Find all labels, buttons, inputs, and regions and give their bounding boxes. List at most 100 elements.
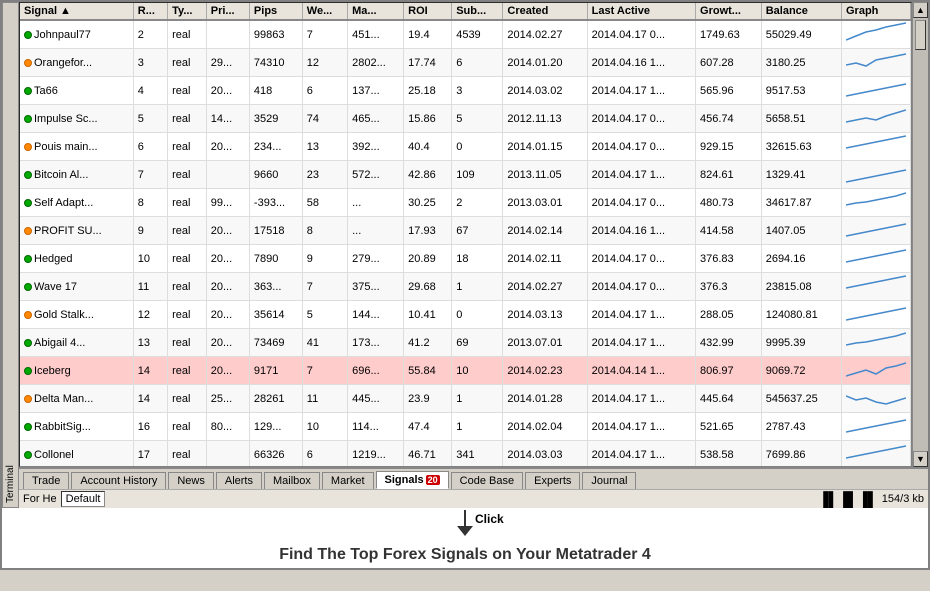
scroll-down-btn[interactable]: ▼ bbox=[913, 451, 928, 467]
col-last-active[interactable]: Last Active bbox=[587, 3, 695, 20]
cell-ma: 114... bbox=[348, 413, 404, 441]
cell-last-active: 2014.04.17 0... bbox=[587, 133, 695, 161]
cell-r: 9 bbox=[133, 217, 167, 245]
tab-trade[interactable]: Trade bbox=[23, 472, 69, 489]
cell-r: 14 bbox=[133, 385, 167, 413]
cell-balance: 124080.81 bbox=[761, 301, 841, 329]
col-growth[interactable]: Growt... bbox=[696, 3, 762, 20]
table-row[interactable]: Abigail 4... 13 real 20... 73469 41 173.… bbox=[20, 329, 911, 357]
col-sub[interactable]: Sub... bbox=[452, 3, 503, 20]
cell-roi: 47.4 bbox=[404, 413, 452, 441]
cell-balance: 5658.51 bbox=[761, 105, 841, 133]
cell-created: 2013.03.01 bbox=[503, 189, 587, 217]
cell-balance: 545637.25 bbox=[761, 385, 841, 413]
cell-pips: 234... bbox=[249, 133, 302, 161]
cell-pips: 99863 bbox=[249, 20, 302, 49]
cell-r: 2 bbox=[133, 20, 167, 49]
cell-created: 2014.02.04 bbox=[503, 413, 587, 441]
cell-graph bbox=[842, 189, 911, 217]
cell-created: 2014.02.27 bbox=[503, 273, 587, 301]
cell-ma: 451... bbox=[348, 20, 404, 49]
cell-last-active: 2014.04.17 1... bbox=[587, 385, 695, 413]
cell-pri: 20... bbox=[206, 357, 249, 385]
tab-alerts[interactable]: Alerts bbox=[216, 472, 262, 489]
cell-r: 12 bbox=[133, 301, 167, 329]
terminal-label: Terminal bbox=[2, 2, 19, 508]
tab-code-base[interactable]: Code Base bbox=[451, 472, 523, 489]
tab-mailbox[interactable]: Mailbox bbox=[264, 472, 320, 489]
table-row[interactable]: Delta Man... 14 real 25... 28261 11 445.… bbox=[20, 385, 911, 413]
cell-we: 5 bbox=[302, 301, 347, 329]
table-row[interactable]: Pouis main... 6 real 20... 234... 13 392… bbox=[20, 133, 911, 161]
col-graph[interactable]: Graph bbox=[842, 3, 911, 20]
cell-graph bbox=[842, 273, 911, 301]
col-r[interactable]: R... bbox=[133, 3, 167, 20]
cell-balance: 23815.08 bbox=[761, 273, 841, 301]
col-type[interactable]: Ty... bbox=[168, 3, 207, 20]
table-row[interactable]: Johnpaul77 2 real 99863 7 451... 19.4 45… bbox=[20, 20, 911, 49]
table-row[interactable]: PROFIT SU... 9 real 20... 17518 8 ... 17… bbox=[20, 217, 911, 245]
cell-signal: Hedged bbox=[20, 245, 133, 273]
cell-r: 4 bbox=[133, 77, 167, 105]
cell-signal: Gold Stalk... bbox=[20, 301, 133, 329]
cell-we: 6 bbox=[302, 441, 347, 468]
cell-last-active: 2014.04.17 0... bbox=[587, 245, 695, 273]
cell-ma: 375... bbox=[348, 273, 404, 301]
cell-sub: 1 bbox=[452, 273, 503, 301]
table-row[interactable]: Wave 17 11 real 20... 363... 7 375... 29… bbox=[20, 273, 911, 301]
col-created[interactable]: Created bbox=[503, 3, 587, 20]
cell-created: 2014.01.20 bbox=[503, 49, 587, 77]
scroll-up-btn[interactable]: ▲ bbox=[913, 2, 928, 18]
cell-type: real bbox=[168, 441, 207, 468]
cell-sub: 1 bbox=[452, 413, 503, 441]
cell-growth: 806.97 bbox=[696, 357, 762, 385]
tab-account-history[interactable]: Account History bbox=[71, 472, 166, 489]
main-window: Terminal Signal ▲ R... Ty... Pri... Pips bbox=[0, 0, 930, 570]
col-balance[interactable]: Balance bbox=[761, 3, 841, 20]
cell-graph bbox=[842, 217, 911, 245]
signals-table: Signal ▲ R... Ty... Pri... Pips We... Ma… bbox=[20, 3, 911, 467]
cell-sub: 18 bbox=[452, 245, 503, 273]
col-signal[interactable]: Signal ▲ bbox=[20, 3, 133, 20]
table-row[interactable]: Impulse Sc... 5 real 14... 3529 74 465..… bbox=[20, 105, 911, 133]
table-row[interactable]: Orangefor... 3 real 29... 74310 12 2802.… bbox=[20, 49, 911, 77]
cell-created: 2014.03.13 bbox=[503, 301, 587, 329]
tab-bar: TradeAccount HistoryNewsAlertsMailboxMar… bbox=[19, 467, 928, 489]
cell-balance: 55029.49 bbox=[761, 20, 841, 49]
table-row[interactable]: Collonel 17 real 66326 6 1219... 46.71 3… bbox=[20, 441, 911, 468]
tab-market[interactable]: Market bbox=[322, 472, 374, 489]
cell-pri: 20... bbox=[206, 133, 249, 161]
cell-ma: 465... bbox=[348, 105, 404, 133]
table-row[interactable]: Bitcoin Al... 7 real 9660 23 572... 42.8… bbox=[20, 161, 911, 189]
tab-experts[interactable]: Experts bbox=[525, 472, 580, 489]
cell-last-active: 2014.04.17 1... bbox=[587, 77, 695, 105]
table-row[interactable]: Self Adapt... 8 real 99... -393... 58 ..… bbox=[20, 189, 911, 217]
col-roi[interactable]: ROI bbox=[404, 3, 452, 20]
table-row[interactable]: Gold Stalk... 12 real 20... 35614 5 144.… bbox=[20, 301, 911, 329]
cell-last-active: 2014.04.16 1... bbox=[587, 217, 695, 245]
table-row[interactable]: RabbitSig... 16 real 80... 129... 10 114… bbox=[20, 413, 911, 441]
col-we[interactable]: We... bbox=[302, 3, 347, 20]
tab-signals[interactable]: Signals20 bbox=[376, 471, 449, 489]
col-ma[interactable]: Ma... bbox=[348, 3, 404, 20]
tab-news[interactable]: News bbox=[168, 472, 214, 489]
for-he-label: For He bbox=[23, 493, 57, 505]
table-row[interactable]: Hedged 10 real 20... 7890 9 279... 20.89… bbox=[20, 245, 911, 273]
table-row[interactable]: Ta66 4 real 20... 418 6 137... 25.18 3 2… bbox=[20, 77, 911, 105]
cell-created: 2012.11.13 bbox=[503, 105, 587, 133]
col-pri[interactable]: Pri... bbox=[206, 3, 249, 20]
scrollbar[interactable]: ▲ ▼ bbox=[912, 2, 928, 467]
cell-last-active: 2014.04.17 1... bbox=[587, 329, 695, 357]
cell-signal: Wave 17 bbox=[20, 273, 133, 301]
cell-last-active: 2014.04.17 0... bbox=[587, 105, 695, 133]
cell-balance: 9069.72 bbox=[761, 357, 841, 385]
cell-sub: 69 bbox=[452, 329, 503, 357]
cell-roi: 17.93 bbox=[404, 217, 452, 245]
tab-journal[interactable]: Journal bbox=[582, 472, 636, 489]
default-dropdown[interactable]: Default bbox=[61, 491, 106, 507]
table-row[interactable]: Iceberg 14 real 20... 9171 7 696... 55.8… bbox=[20, 357, 911, 385]
cell-ma: ... bbox=[348, 189, 404, 217]
cell-pips: 9660 bbox=[249, 161, 302, 189]
col-pips[interactable]: Pips bbox=[249, 3, 302, 20]
cell-pri: 20... bbox=[206, 217, 249, 245]
